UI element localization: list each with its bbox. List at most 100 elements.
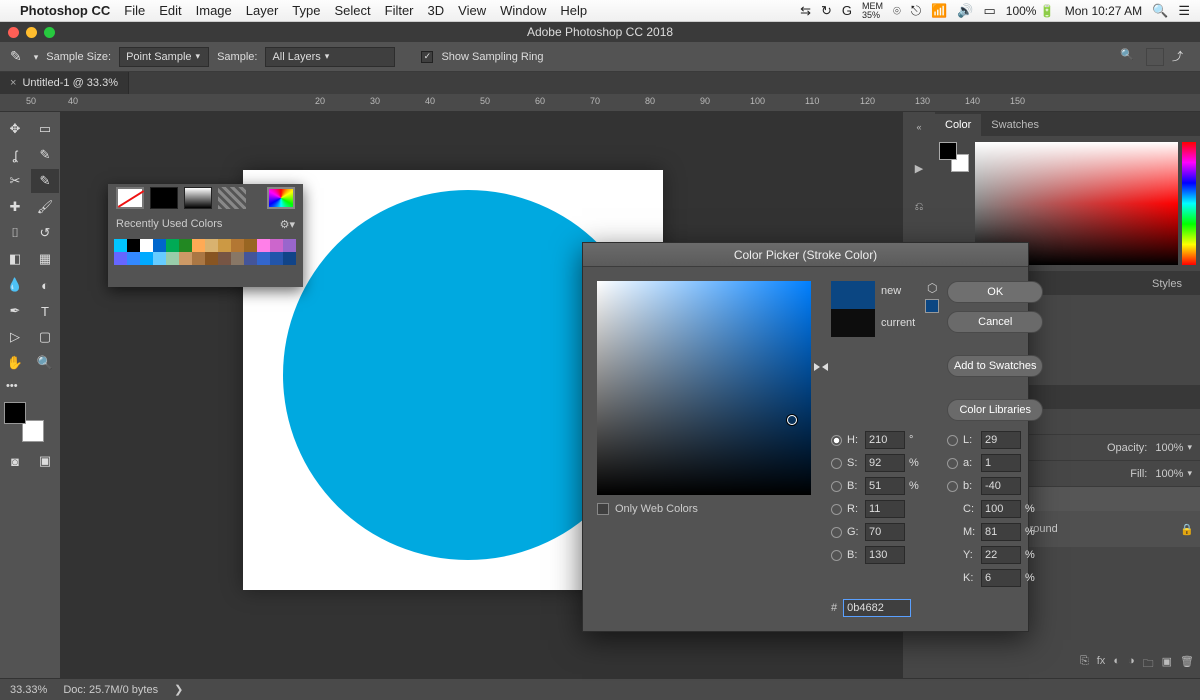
recent-color-swatch[interactable] [270,252,283,265]
quickmask-tool[interactable]: ◙ [1,449,29,473]
recent-color-swatch[interactable] [218,239,231,252]
pen-tool[interactable]: ✒ [1,299,29,323]
recent-color-swatch[interactable] [283,252,296,265]
recent-color-swatch[interactable] [257,252,270,265]
menu-type[interactable]: Type [292,3,320,18]
healing-tool[interactable]: ✚ [1,195,29,219]
share-icon[interactable]: ⤴ [1172,48,1190,66]
group-icon[interactable]: 🗀 [1143,655,1154,674]
opacity-value[interactable]: 100% [1155,439,1192,457]
app-name[interactable]: Photoshop CC [20,3,110,18]
color-spectrum-swatch[interactable] [267,187,295,209]
move-tool[interactable]: ✥ [1,117,29,141]
add-to-swatches-button[interactable]: Add to Swatches [947,355,1043,377]
only-web-colors-checkbox[interactable] [597,503,609,515]
recent-color-swatch[interactable] [166,252,179,265]
color-libraries-button[interactable]: Color Libraries [947,399,1043,421]
recent-color-swatch[interactable] [231,239,244,252]
lab-b-radio[interactable] [947,481,958,492]
display-icon[interactable]: ▭ [983,3,995,19]
h-radio[interactable] [831,435,842,446]
recent-color-swatch[interactable] [270,239,283,252]
m-input[interactable] [981,523,1021,541]
foreground-swatch[interactable] [4,402,26,424]
ok-button[interactable]: OK [947,281,1043,303]
no-color-swatch[interactable] [116,187,144,209]
h-input[interactable] [865,431,905,449]
gamut-warning-icon[interactable]: ⬡ [925,281,939,295]
sv-cursor[interactable] [787,415,797,425]
logitech-icon[interactable]: G [842,3,852,18]
k-input[interactable] [981,569,1021,587]
saturation-value-field[interactable] [597,281,811,495]
recent-color-swatch[interactable] [114,252,127,265]
sample-size-select[interactable]: Point Sample [119,47,209,67]
lasso-tool[interactable]: ʆ [1,143,29,167]
dodge-tool[interactable]: ◐ [31,273,59,297]
l-input[interactable] [981,431,1021,449]
recent-color-swatch[interactable] [127,239,140,252]
recent-color-swatch[interactable] [283,239,296,252]
bluetooth-icon[interactable]: ⎋ [911,3,921,19]
recent-color-swatch[interactable] [257,239,270,252]
g-input[interactable] [865,523,905,541]
menu-window[interactable]: Window [500,3,546,18]
s-input[interactable] [865,454,905,472]
battery-indicator[interactable]: 100% 🔋 [1006,4,1055,18]
hex-input[interactable] [843,599,911,617]
recent-color-swatch[interactable] [192,239,205,252]
recent-color-swatch[interactable] [179,252,192,265]
recent-color-swatch[interactable] [244,252,257,265]
menuextra-icon[interactable]: ⇆ [800,3,811,19]
fill-value[interactable]: 100% [1155,465,1192,483]
current-color-swatch[interactable] [831,309,875,337]
marquee-tool[interactable]: ▭ [31,117,59,141]
color-hue-slider[interactable] [1182,142,1196,265]
a-radio[interactable] [947,458,958,469]
menu-help[interactable]: Help [560,3,587,18]
tool-preset-dropdown[interactable] [30,51,39,63]
document-tab[interactable]: × Untitled-1 @ 33.3% [0,72,129,94]
recent-color-swatch[interactable] [153,252,166,265]
search-icon[interactable]: 🔍 [1120,48,1138,66]
recent-color-swatch[interactable] [179,239,192,252]
stamp-tool[interactable]: ⌷ [1,221,29,245]
b-radio[interactable] [831,481,842,492]
type-tool[interactable]: T [31,299,59,323]
more-tools-icon[interactable]: ••• [0,376,60,396]
g-radio[interactable] [831,527,842,538]
menu-select[interactable]: Select [334,3,370,18]
eraser-tool[interactable]: ◧ [1,247,29,271]
quick-select-tool[interactable]: ✎ [31,143,59,167]
recent-color-swatch[interactable] [231,252,244,265]
menu-file[interactable]: File [124,3,145,18]
gradient-tool[interactable]: ▦ [31,247,59,271]
l-radio[interactable] [947,435,958,446]
menu-filter[interactable]: Filter [385,3,414,18]
sync-icon[interactable]: ↻ [821,3,832,19]
y-input[interactable] [981,546,1021,564]
crop-tool[interactable]: ✂ [1,169,29,193]
history-brush-tool[interactable]: ↺ [31,221,59,245]
zoom-tool[interactable]: 🔍 [31,351,59,375]
adjustment-layer-icon[interactable]: ◑ [1128,655,1135,674]
gear-icon[interactable]: ⚙▾ [280,218,295,231]
doc-info[interactable]: Doc: 25.7M/0 bytes [63,684,158,696]
swatches-tab[interactable]: Swatches [981,114,1049,136]
menu-layer[interactable]: Layer [246,3,279,18]
recent-color-swatch[interactable] [166,239,179,252]
clock[interactable]: Mon 10:27 AM [1065,4,1142,18]
c-input[interactable] [981,500,1021,518]
recent-color-swatch[interactable] [205,239,218,252]
recent-color-swatch[interactable] [153,239,166,252]
workspace-icon[interactable] [1146,48,1164,66]
bc-radio[interactable] [831,550,842,561]
lab-b-input[interactable] [981,477,1021,495]
a-input[interactable] [981,454,1021,472]
spotlight-icon[interactable]: 🔍 [1152,3,1168,19]
menu-edit[interactable]: Edit [159,3,181,18]
recent-color-swatch[interactable] [127,252,140,265]
recent-color-swatch[interactable] [244,239,257,252]
path-select-tool[interactable]: ▷ [1,325,29,349]
bc-input[interactable] [865,546,905,564]
